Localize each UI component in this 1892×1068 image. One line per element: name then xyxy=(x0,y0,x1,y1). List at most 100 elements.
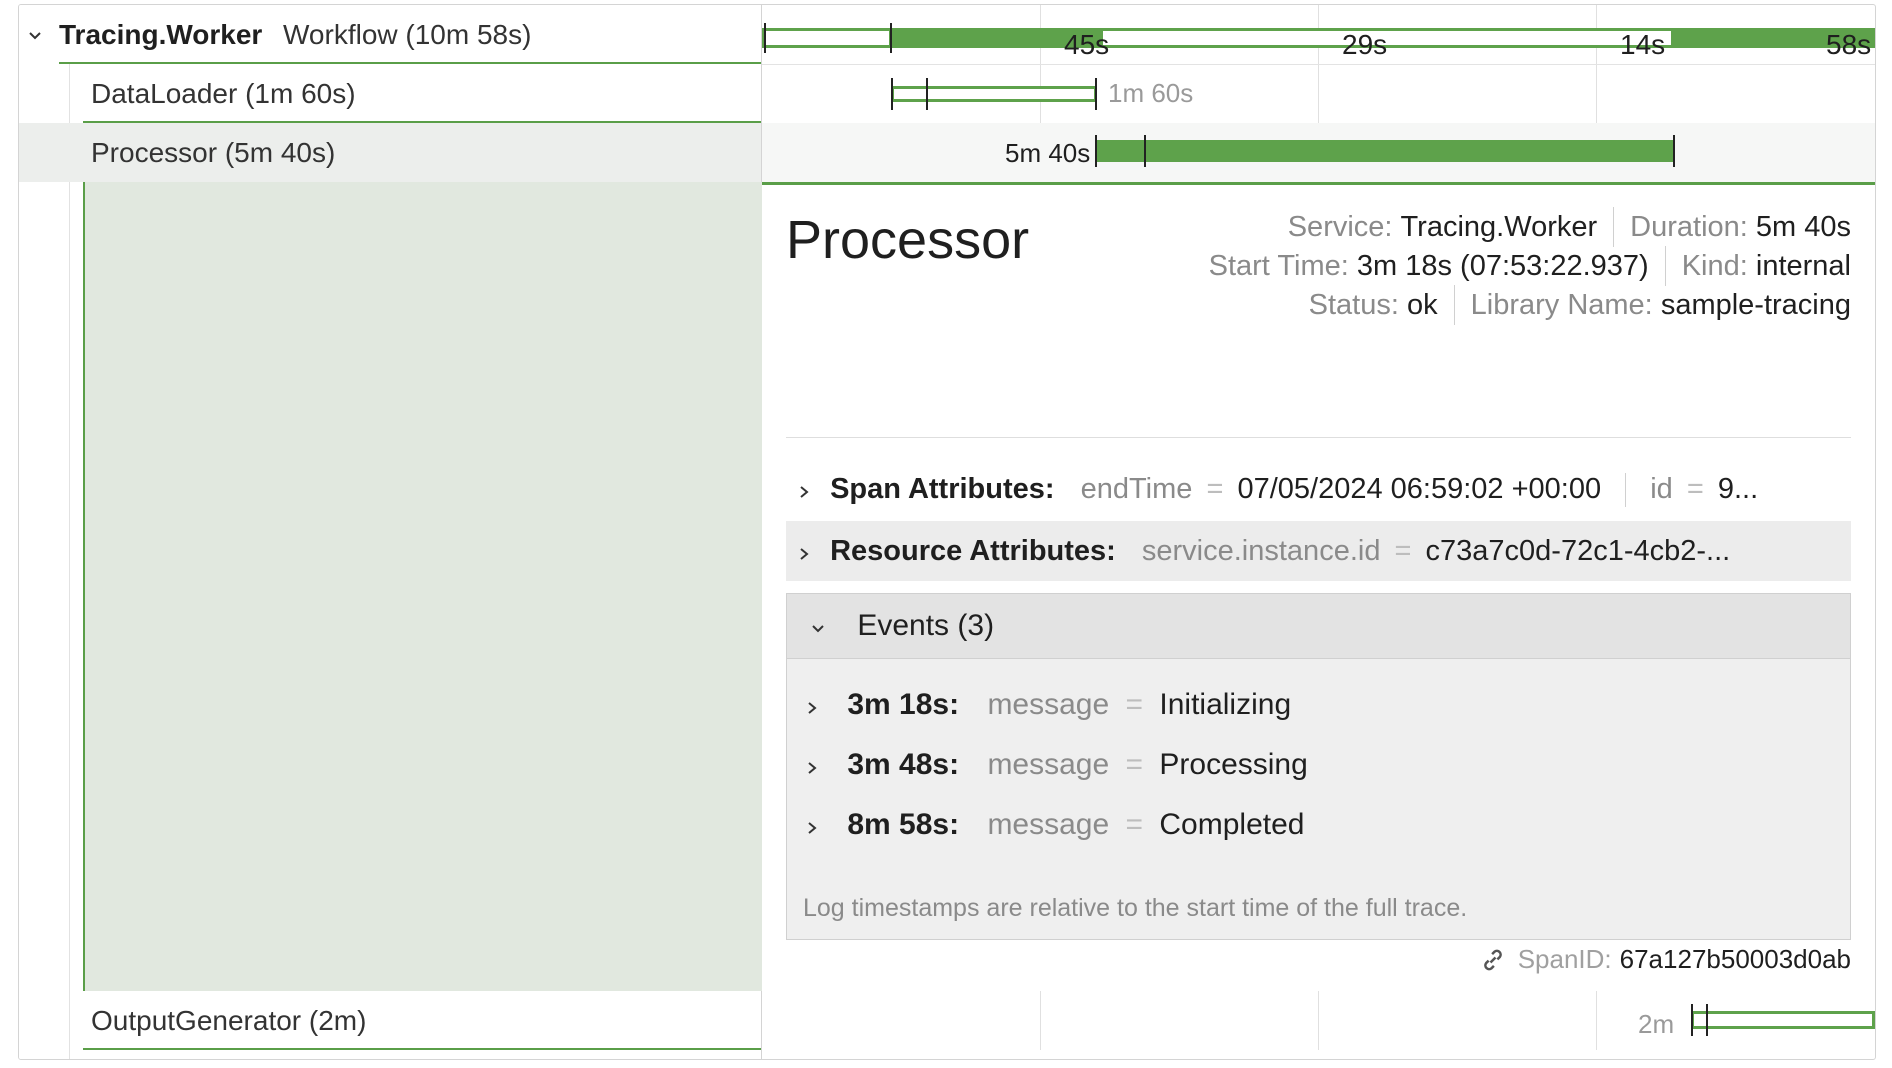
span-marker xyxy=(1673,135,1675,167)
time-tick: 58s xyxy=(1826,29,1872,60)
chevron-right-icon[interactable] xyxy=(805,679,839,735)
span-row-outputgenerator[interactable]: OutputGenerator (2m) xyxy=(19,991,761,1050)
span-duration-label: 2m xyxy=(1638,1009,1675,1039)
span-tree: Tracing.Worker Workflow (10m 58s) DataLo… xyxy=(19,5,763,1059)
span-detail-panel: Processor Service: Tracing.Worker Durati… xyxy=(762,182,1875,991)
meta-value: Tracing.Worker xyxy=(1400,210,1598,243)
span-id-link[interactable]: SpanID: 67a127b50003d0ab xyxy=(1478,943,1851,975)
section-title: Span Attributes: xyxy=(830,473,1055,505)
span-attributes-row[interactable]: Span Attributes: endTime = 07/05/2024 06… xyxy=(786,459,1851,519)
trace-waterfall: Tracing.Worker Workflow (10m 58s) DataLo… xyxy=(18,4,1876,1060)
attr-value: c73a7c0d-72c1-4cb2-... xyxy=(1425,535,1731,567)
span-meta-line: Status: ok Library Name: sample-tracing xyxy=(1309,285,1851,325)
span-duration-label: 5m 40s xyxy=(1005,138,1091,168)
gridline xyxy=(1596,991,1597,1050)
events-section: Events (3) 3m 18s: message = Initializin… xyxy=(786,593,1851,940)
gridline xyxy=(1040,991,1041,1050)
time-tick: 14s xyxy=(1620,29,1666,60)
span-marker xyxy=(1095,135,1097,167)
meta-value: sample-tracing xyxy=(1660,288,1851,321)
chevron-down-icon[interactable] xyxy=(787,596,849,660)
events-footnote: Log timestamps are relative to the start… xyxy=(803,894,1468,922)
gridline xyxy=(1318,991,1319,1050)
attr-key: service.instance.id xyxy=(1141,535,1381,567)
divider xyxy=(1625,473,1627,508)
span-label: Processor (5m 40s) xyxy=(91,137,336,168)
span-bar xyxy=(1095,140,1674,162)
event-value: Completed xyxy=(1159,808,1305,841)
meta-key: Kind: xyxy=(1681,249,1748,282)
divider xyxy=(786,437,1851,438)
chevron-right-icon[interactable] xyxy=(786,523,822,581)
span-marker xyxy=(764,23,766,53)
span-label: OutputGenerator (2m) xyxy=(91,1005,367,1036)
events-title: Events (3) xyxy=(857,609,995,642)
service-name: Tracing.Worker xyxy=(59,19,263,50)
link-icon[interactable] xyxy=(1478,943,1508,975)
meta-key: Library Name: xyxy=(1470,288,1653,321)
event-row[interactable]: 3m 18s: message = Initializing xyxy=(805,677,1291,733)
span-marker xyxy=(1144,135,1146,167)
timeline-row-root[interactable]: 45s 29s 14s 58s xyxy=(762,5,1875,65)
timeline-row-dataloader[interactable]: 1m 60s xyxy=(762,64,1875,124)
event-key: message xyxy=(987,688,1110,721)
meta-value: 5m 40s xyxy=(1755,210,1851,243)
resource-attributes-row[interactable]: Resource Attributes: service.instance.id… xyxy=(786,521,1851,581)
divider xyxy=(1664,246,1666,286)
span-meta-line: Service: Tracing.Worker Duration: 5m 40s xyxy=(1288,207,1851,247)
span-title: Processor xyxy=(786,210,1030,270)
chevron-right-icon[interactable] xyxy=(805,739,839,795)
event-row[interactable]: 3m 48s: message = Processing xyxy=(805,737,1308,793)
event-key: message xyxy=(987,748,1110,781)
meta-key: Status: xyxy=(1308,288,1399,321)
meta-key: Service: xyxy=(1287,210,1393,243)
meta-value: ok xyxy=(1406,288,1438,321)
meta-key: Duration: xyxy=(1630,210,1748,243)
attr-key: endTime xyxy=(1080,473,1193,505)
event-time: 3m 18s: xyxy=(847,688,960,721)
chevron-down-icon[interactable] xyxy=(27,5,43,64)
span-id-key: SpanID: xyxy=(1517,943,1612,974)
span-marker xyxy=(1706,1004,1708,1036)
meta-key: Start Time: xyxy=(1208,249,1349,282)
divider xyxy=(1613,207,1615,247)
attr-equals: = xyxy=(1206,473,1224,505)
chevron-right-icon[interactable] xyxy=(786,461,822,519)
span-row-root[interactable]: Tracing.Worker Workflow (10m 58s) xyxy=(19,5,761,64)
section-title: Resource Attributes: xyxy=(830,535,1116,567)
span-row-dataloader[interactable]: DataLoader (1m 60s) xyxy=(19,64,761,123)
root-span-meta: Workflow (10m 58s) xyxy=(283,19,532,50)
events-header[interactable]: Events (3) xyxy=(787,594,1850,659)
attr-equals: = xyxy=(1394,535,1412,567)
event-time: 3m 48s: xyxy=(847,748,960,781)
event-row[interactable]: 8m 58s: message = Completed xyxy=(805,797,1304,853)
span-id-value: 67a127b50003d0ab xyxy=(1619,943,1851,974)
event-equals: = xyxy=(1125,748,1144,781)
span-marker xyxy=(926,78,928,110)
span-bar xyxy=(891,86,1097,102)
meta-value: 3m 18s (07:53:22.937) xyxy=(1356,249,1649,282)
event-key: message xyxy=(987,808,1110,841)
selected-span-indicator xyxy=(83,182,763,991)
attr-key: id xyxy=(1650,473,1673,505)
span-marker xyxy=(1095,78,1097,110)
event-value: Processing xyxy=(1159,748,1308,781)
event-value: Initializing xyxy=(1159,688,1292,721)
span-label: DataLoader (1m 60s) xyxy=(91,78,356,109)
timeline-row-outputgenerator[interactable]: 2m xyxy=(762,991,1875,1050)
attr-value: 07/05/2024 06:59:02 +00:00 xyxy=(1237,473,1602,505)
span-bar xyxy=(1691,1011,1875,1029)
timeline-row-processor[interactable]: 5m 40s xyxy=(762,123,1875,183)
span-row-processor[interactable]: Processor (5m 40s) xyxy=(19,123,761,182)
divider xyxy=(1453,285,1455,325)
event-equals: = xyxy=(1125,688,1144,721)
event-time: 8m 58s: xyxy=(847,808,960,841)
span-gap-bar xyxy=(762,28,892,48)
event-equals: = xyxy=(1125,808,1144,841)
meta-value: internal xyxy=(1755,249,1851,282)
attr-equals: = xyxy=(1686,473,1704,505)
span-marker xyxy=(1691,1004,1693,1036)
chevron-right-icon[interactable] xyxy=(805,799,839,855)
row-underline xyxy=(83,1048,761,1050)
attr-value: 9... xyxy=(1717,473,1759,505)
